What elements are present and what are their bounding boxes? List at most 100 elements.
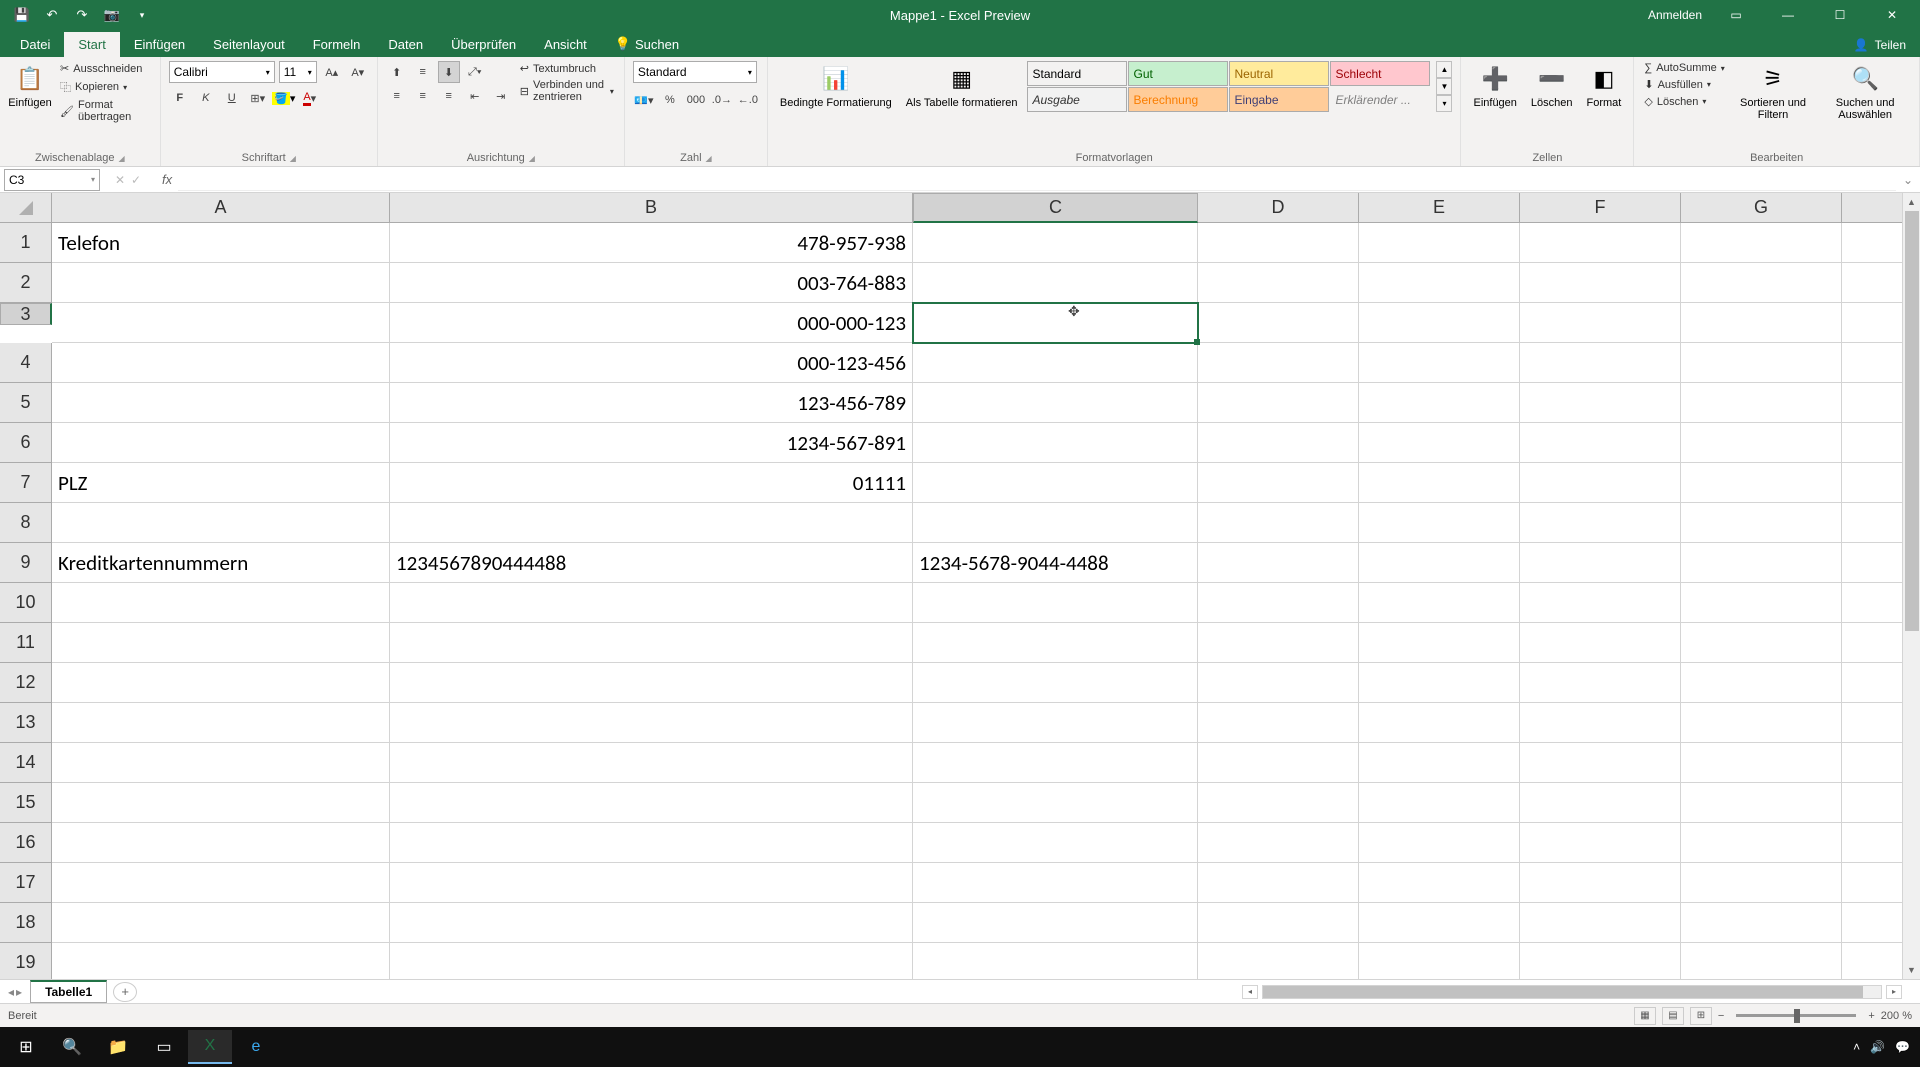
cell[interactable] [1359,623,1520,663]
scroll-up-button[interactable]: ▲ [1903,193,1920,211]
cell[interactable] [1681,303,1842,343]
column-header[interactable]: C [913,193,1198,223]
tab-start[interactable]: Start [64,32,119,57]
row-header[interactable]: 16 [0,823,52,863]
font-launcher[interactable]: ◢ [290,154,296,163]
cell[interactable] [1359,583,1520,623]
cell[interactable] [1359,463,1520,503]
accounting-format-button[interactable]: 💶▾ [633,89,655,111]
clipboard-launcher[interactable]: ◢ [119,154,125,163]
row-header[interactable]: 15 [0,783,52,823]
merge-center-button[interactable]: ⊟Verbinden und zentrieren▾ [518,78,616,104]
column-header[interactable]: D [1198,193,1359,223]
cell[interactable] [1520,663,1681,703]
tab-formulas[interactable]: Formeln [299,32,375,57]
cell[interactable] [1359,943,1520,979]
hscroll-left[interactable]: ◂ [1242,985,1258,999]
save-button[interactable]: 💾 [10,3,34,27]
zoom-in-button[interactable]: + [1868,1010,1874,1022]
cell[interactable] [1520,703,1681,743]
orientation-button[interactable]: ⤢▾ [464,61,486,83]
conditional-formatting-button[interactable]: 📊Bedingte Formatierung [776,61,896,111]
cell[interactable] [52,423,390,463]
cell[interactable] [1681,423,1842,463]
cell[interactable] [390,583,913,623]
styles-more[interactable]: ▾ [1436,95,1452,112]
cell[interactable] [913,383,1198,423]
border-button[interactable]: ⊞▾ [247,87,269,109]
cell[interactable] [52,863,390,903]
minimize-button[interactable]: — [1770,3,1806,27]
cell[interactable] [1198,263,1359,303]
cell[interactable] [1520,263,1681,303]
cell[interactable] [390,823,913,863]
style-berechnung[interactable]: Berechnung [1128,87,1228,112]
tab-insert[interactable]: Einfügen [120,32,199,57]
cell[interactable] [1198,743,1359,783]
view-normal-button[interactable]: ▦ [1634,1007,1656,1025]
cell[interactable] [913,863,1198,903]
vertical-scrollbar[interactable]: ▲ ▼ [1902,193,1920,979]
tab-review[interactable]: Überprüfen [437,32,530,57]
cell[interactable] [1198,703,1359,743]
tray-notifications-icon[interactable]: 💬 [1895,1040,1910,1054]
cell[interactable] [1681,263,1842,303]
row-header[interactable]: 9 [0,543,52,583]
view-page-layout-button[interactable]: ▤ [1662,1007,1684,1025]
cell[interactable] [1359,783,1520,823]
cell[interactable] [913,623,1198,663]
close-button[interactable]: ✕ [1874,3,1910,27]
percent-button[interactable]: % [659,89,681,111]
fx-button[interactable]: fx [156,172,178,187]
cell[interactable] [1359,423,1520,463]
cell[interactable] [1681,943,1842,979]
cell[interactable] [52,743,390,783]
cell[interactable] [52,623,390,663]
cell[interactable]: 123-456-789 [390,383,913,423]
underline-button[interactable]: U [221,87,243,109]
comma-button[interactable]: 000 [685,89,707,111]
cell[interactable] [390,623,913,663]
cell[interactable] [1359,663,1520,703]
cell[interactable] [52,583,390,623]
cell[interactable] [1198,463,1359,503]
align-bottom-button[interactable]: ⬇ [438,61,460,83]
format-cells-button[interactable]: ◧Format [1583,61,1626,111]
row-header[interactable]: 14 [0,743,52,783]
cell[interactable] [1681,383,1842,423]
decrease-indent-button[interactable]: ⇤ [464,85,486,107]
redo-button[interactable]: ↷ [70,3,94,27]
row-header[interactable]: 18 [0,903,52,943]
cell[interactable] [1198,383,1359,423]
cell[interactable] [1681,503,1842,543]
tray-volume-icon[interactable]: 🔊 [1870,1040,1885,1054]
cell[interactable] [1198,903,1359,943]
cell[interactable] [913,943,1198,979]
start-button[interactable]: ⊞ [4,1030,48,1064]
cell[interactable] [390,863,913,903]
style-erklaerender[interactable]: Erklärender ... [1330,87,1430,112]
cell[interactable] [1359,503,1520,543]
format-painter-button[interactable]: 🖌Format übertragen [58,98,152,124]
column-header[interactable]: A [52,193,390,223]
hscroll-right[interactable]: ▸ [1886,985,1902,999]
cell[interactable] [1681,343,1842,383]
column-header[interactable]: B [390,193,913,223]
cell[interactable] [913,583,1198,623]
maximize-button[interactable]: ☐ [1822,3,1858,27]
cell[interactable] [1359,343,1520,383]
cell-styles-gallery[interactable]: Standard Gut Neutral Schlecht Ausgabe Be… [1027,61,1430,112]
copy-button[interactable]: ⿻Kopieren▾ [58,78,152,96]
cell[interactable]: PLZ [52,463,390,503]
cell[interactable] [1681,543,1842,583]
cell[interactable] [1198,783,1359,823]
cell[interactable] [390,503,913,543]
align-left-button[interactable]: ≡ [386,85,408,107]
row-header[interactable]: 17 [0,863,52,903]
sheet-nav-first[interactable]: ◂ [8,985,14,999]
cell[interactable] [913,463,1198,503]
row-header[interactable]: 1 [0,223,52,263]
sheet-tab-active[interactable]: Tabelle1 [30,980,107,1003]
cell[interactable] [52,383,390,423]
styles-scroll-up[interactable]: ▲ [1436,61,1452,78]
